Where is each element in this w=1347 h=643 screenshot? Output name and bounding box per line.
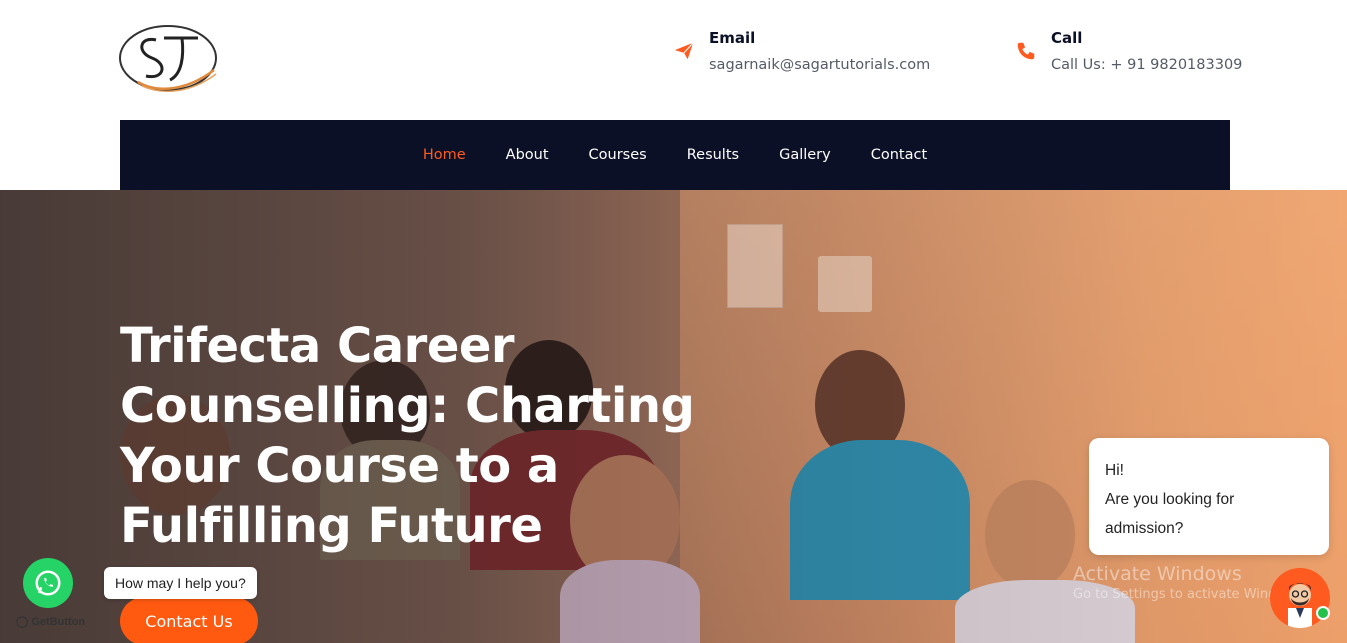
email-title: Email bbox=[709, 29, 756, 47]
contact-us-button[interactable]: Contact Us bbox=[120, 597, 258, 643]
site-logo[interactable] bbox=[118, 22, 222, 96]
nav-home[interactable]: Home bbox=[423, 147, 466, 163]
nav-gallery[interactable]: Gallery bbox=[779, 147, 831, 163]
whatsapp-help-bubble[interactable]: How may I help you? bbox=[104, 567, 257, 599]
nav-courses[interactable]: Courses bbox=[589, 147, 647, 163]
chat-greeting-card[interactable]: Hi! Are you looking for admission? bbox=[1089, 438, 1329, 555]
chat-greeting: Hi! bbox=[1105, 462, 1124, 479]
nav-contact[interactable]: Contact bbox=[871, 147, 927, 163]
online-status-dot bbox=[1316, 606, 1330, 620]
paper-plane-icon bbox=[673, 40, 695, 62]
nav-about[interactable]: About bbox=[506, 147, 549, 163]
top-header: Email sagarnaik@sagartutorials.com Call … bbox=[0, 0, 1347, 120]
phone-number[interactable]: Call Us: + 91 9820183309 bbox=[1051, 55, 1242, 75]
hero-title: Trifecta Career Counselling: Charting Yo… bbox=[120, 318, 695, 554]
watermark-title: Activate Windows bbox=[1073, 563, 1242, 585]
phone-icon bbox=[1015, 40, 1037, 62]
nav-results[interactable]: Results bbox=[687, 147, 739, 163]
email-address[interactable]: sagarnaik@sagartutorials.com bbox=[709, 55, 930, 75]
getbutton-label: GetButton bbox=[31, 616, 86, 628]
whatsapp-icon bbox=[35, 570, 61, 596]
getbutton-icon: ◯ bbox=[16, 616, 29, 628]
whatsapp-button[interactable] bbox=[23, 558, 73, 608]
main-nav: Home About Courses Results Gallery Conta… bbox=[120, 120, 1230, 190]
email-contact: Email sagarnaik@sagartutorials.com bbox=[673, 28, 930, 75]
getbutton-brand[interactable]: ◯ GetButton bbox=[16, 615, 85, 628]
chat-question: Are you looking for admission? bbox=[1105, 491, 1235, 537]
call-title: Call bbox=[1051, 29, 1083, 47]
call-contact: Call Call Us: + 91 9820183309 bbox=[1015, 28, 1242, 75]
